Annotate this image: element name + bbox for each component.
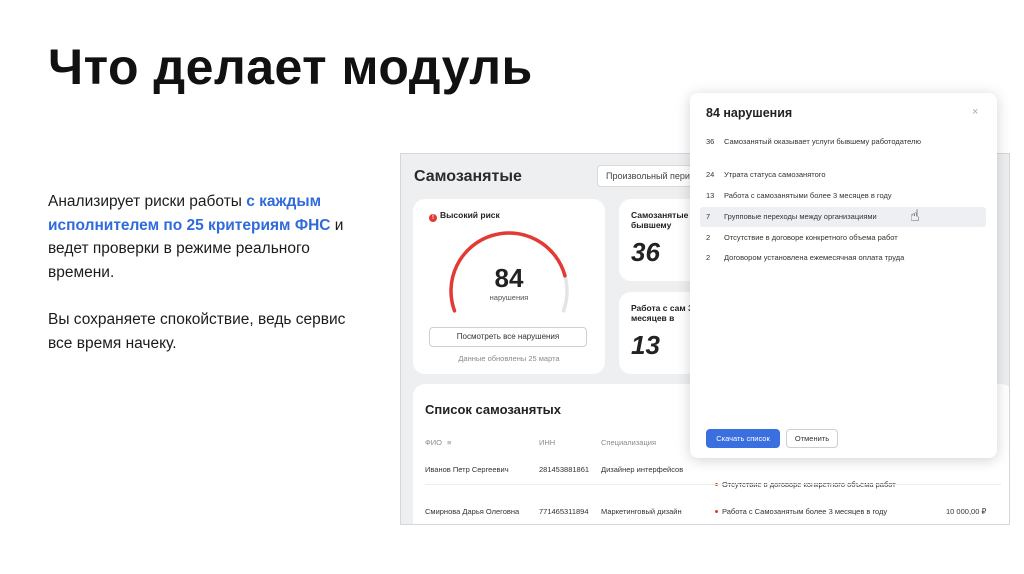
violation-text: Работа с самозанятыми более 3 месяцев в … [724, 191, 892, 200]
column-header-specialization[interactable]: Специализация [601, 438, 656, 447]
risk-sub-label: нарушения [489, 293, 529, 302]
violation-item[interactable]: 2 Договором установлена ежемесячная опла… [700, 253, 986, 265]
stat-card-value: 36 [631, 237, 660, 267]
stat-card-label: Самозанятые бывшему [631, 210, 689, 230]
violation-count: 13 [706, 191, 715, 200]
alert-icon: ! [429, 214, 437, 222]
stat-card-long-work[interactable]: Работа с сам 3 месяцев в 13 [619, 292, 699, 374]
violation-text: Отсутствие в договоре конкретного объема… [724, 233, 898, 242]
table-cell-inn: 281453881861 [539, 465, 590, 474]
reassurance-paragraph: Вы сохраняете спокойствие, ведь сервис в… [48, 311, 346, 352]
stat-card-former-employer[interactable]: Самозанятые бывшему 36 [619, 199, 699, 281]
slide-title: Что делает модуль [48, 39, 533, 95]
risk-value: 84 [494, 263, 524, 293]
filter-icon[interactable]: ≡ [447, 438, 451, 447]
violation-text: Договором установлена ежемесячная оплата… [724, 253, 905, 262]
row-divider [425, 484, 1001, 485]
violation-item-hovered[interactable]: 7 Групповые переходы между организациями… [700, 207, 986, 227]
view-all-violations-button[interactable]: Посмотреть все нарушения [429, 327, 587, 347]
table-cell-name[interactable]: Смирнова Дарья Олеговна [425, 507, 519, 516]
column-header-name-text: ФИО [425, 438, 442, 447]
description-text-start: Анализирует риски работы [48, 193, 247, 210]
violation-item[interactable]: 2 Отсутствие в договоре конкретного объе… [700, 233, 986, 245]
stat-card-value: 13 [631, 330, 660, 360]
violation-count: 36 [706, 137, 715, 146]
violation-text: Групповые переходы между организациями [724, 212, 877, 221]
cancel-button[interactable]: Отменить [786, 429, 838, 448]
stat-card-label: Работа с сам 3 месяцев в [631, 303, 693, 323]
modal-title: 84 нарушения [706, 106, 793, 120]
close-icon[interactable]: × [972, 106, 978, 118]
data-updated-label: Данные обновлены 25 марта [458, 354, 560, 363]
description-paragraph: Анализирует риски работы с каждым исполн… [48, 190, 358, 284]
table-cell-violation: Работа с Самозанятым более 3 месяцев в г… [715, 507, 887, 516]
violation-count: 2 [706, 233, 711, 242]
risk-label-text: Высокий риск [440, 210, 500, 220]
column-header-name[interactable]: ФИО ≡ [425, 438, 451, 447]
pointing-hand-icon: ☝ [910, 208, 920, 225]
violation-count: 2 [706, 253, 711, 262]
table-cell-inn: 771465311894 [539, 507, 589, 516]
table-cell-specialization: Дизайнер интерфейсов [601, 465, 684, 474]
violation-item[interactable]: 36 Самозанятый оказывает услуги бывшему … [700, 137, 986, 161]
download-list-button[interactable]: Скачать список [706, 429, 780, 448]
violations-modal: 84 нарушения × 36 Самозанятый оказывает … [690, 93, 997, 458]
list-title: Список самозанятых [425, 402, 562, 417]
violation-text: Самозанятый оказывает услуги бывшему раб… [724, 137, 922, 146]
violation-count: 7 [706, 212, 711, 221]
risk-card: ! Высокий риск 84 нарушения Посмотреть вс… [413, 199, 605, 374]
app-title: Самозанятые [414, 168, 522, 185]
table-cell-amount: 10 000,00 ₽ [946, 507, 987, 516]
violation-item[interactable]: 24 Утрата статуса самозанятого [700, 170, 986, 182]
column-header-inn[interactable]: ИНН [539, 438, 555, 447]
violation-count: 24 [706, 170, 715, 179]
violation-text: Утрата статуса самозанятого [724, 170, 826, 179]
table-cell-specialization: Маркетинговый дизайн [601, 507, 682, 516]
risk-label: ! Высокий риск [429, 210, 500, 222]
violation-text: Работа с Самозанятым более 3 месяцев в г… [722, 507, 888, 516]
violation-item[interactable]: 13 Работа с самозанятыми более 3 месяцев… [700, 191, 986, 203]
table-cell-name[interactable]: Иванов Петр Сергеевич [425, 465, 509, 474]
risk-bullet-icon [715, 510, 718, 513]
